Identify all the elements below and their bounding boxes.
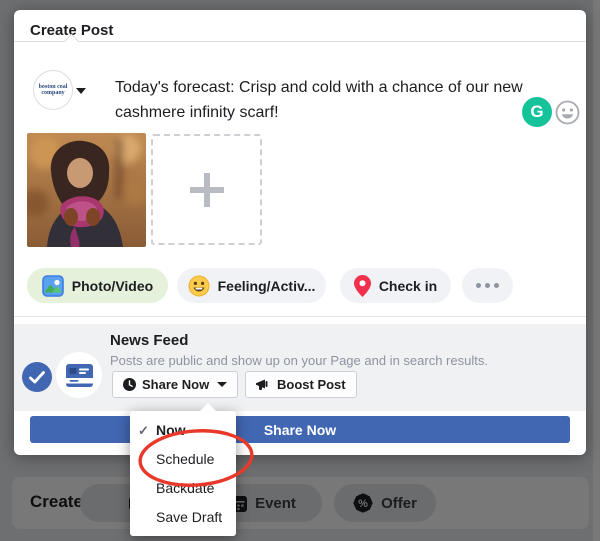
more-dots-icon bbox=[476, 283, 499, 288]
section-divider bbox=[14, 316, 586, 317]
grammarly-icon[interactable]: G bbox=[522, 97, 552, 127]
news-feed-target-circle bbox=[56, 352, 102, 398]
screen: Create Event bbox=[0, 0, 600, 541]
audience-title: News Feed bbox=[110, 332, 188, 349]
feeling-activity-button[interactable]: Feeling/Activ... bbox=[177, 268, 326, 303]
photo-video-label: Photo/Video bbox=[72, 278, 153, 294]
feeling-activity-label: Feeling/Activ... bbox=[218, 278, 316, 294]
menu-item-schedule[interactable]: Schedule bbox=[130, 445, 236, 474]
page-selector-caret-icon[interactable] bbox=[76, 88, 86, 94]
share-now-submit-label: Share Now bbox=[264, 422, 336, 438]
photo-video-button[interactable]: Photo/Video bbox=[27, 268, 168, 303]
more-attachments-button[interactable] bbox=[462, 268, 513, 303]
add-photo-icon bbox=[190, 173, 224, 207]
page-avatar-label: boston coal company bbox=[38, 84, 68, 97]
boost-post-label: Boost Post bbox=[277, 377, 346, 392]
clock-icon bbox=[123, 378, 136, 391]
check-icon bbox=[138, 416, 149, 445]
menu-pointer bbox=[200, 403, 216, 411]
menu-item-now[interactable]: Now bbox=[130, 416, 236, 445]
news-feed-post-icon bbox=[66, 364, 93, 387]
add-photo-button[interactable] bbox=[151, 134, 262, 245]
check-in-label: Check in bbox=[379, 278, 437, 294]
page-avatar[interactable]: boston coal company bbox=[33, 70, 73, 110]
menu-item-save-draft[interactable]: Save Draft bbox=[130, 503, 236, 532]
photo-video-icon bbox=[42, 275, 64, 297]
post-text-input[interactable]: Today's forecast: Crisp and cold with a … bbox=[115, 75, 540, 125]
feeling-smiley-icon bbox=[188, 275, 210, 297]
news-feed-selected-check-icon[interactable] bbox=[22, 362, 52, 392]
create-post-dialog: Create Post boston coal company Today's … bbox=[14, 10, 586, 455]
boost-post-button[interactable]: Boost Post bbox=[245, 371, 357, 398]
header-divider bbox=[14, 41, 586, 42]
location-pin-icon bbox=[354, 275, 371, 297]
audience-description: Posts are public and show up on your Pag… bbox=[110, 353, 488, 368]
menu-item-backdate[interactable]: Backdate bbox=[130, 474, 236, 503]
chevron-down-icon bbox=[217, 382, 227, 387]
megaphone-icon bbox=[256, 379, 271, 391]
share-now-dropdown-button[interactable]: Share Now bbox=[112, 371, 238, 398]
share-options-menu: Now Schedule Backdate Save Draft bbox=[130, 411, 236, 536]
emoji-picker-icon[interactable] bbox=[555, 100, 580, 125]
check-in-button[interactable]: Check in bbox=[340, 268, 451, 303]
grammarly-letter: G bbox=[530, 102, 543, 122]
attached-photo-thumbnail[interactable] bbox=[27, 133, 146, 247]
share-now-submit-button[interactable]: Share Now bbox=[30, 416, 570, 443]
share-now-dropdown-label: Share Now bbox=[142, 377, 209, 392]
